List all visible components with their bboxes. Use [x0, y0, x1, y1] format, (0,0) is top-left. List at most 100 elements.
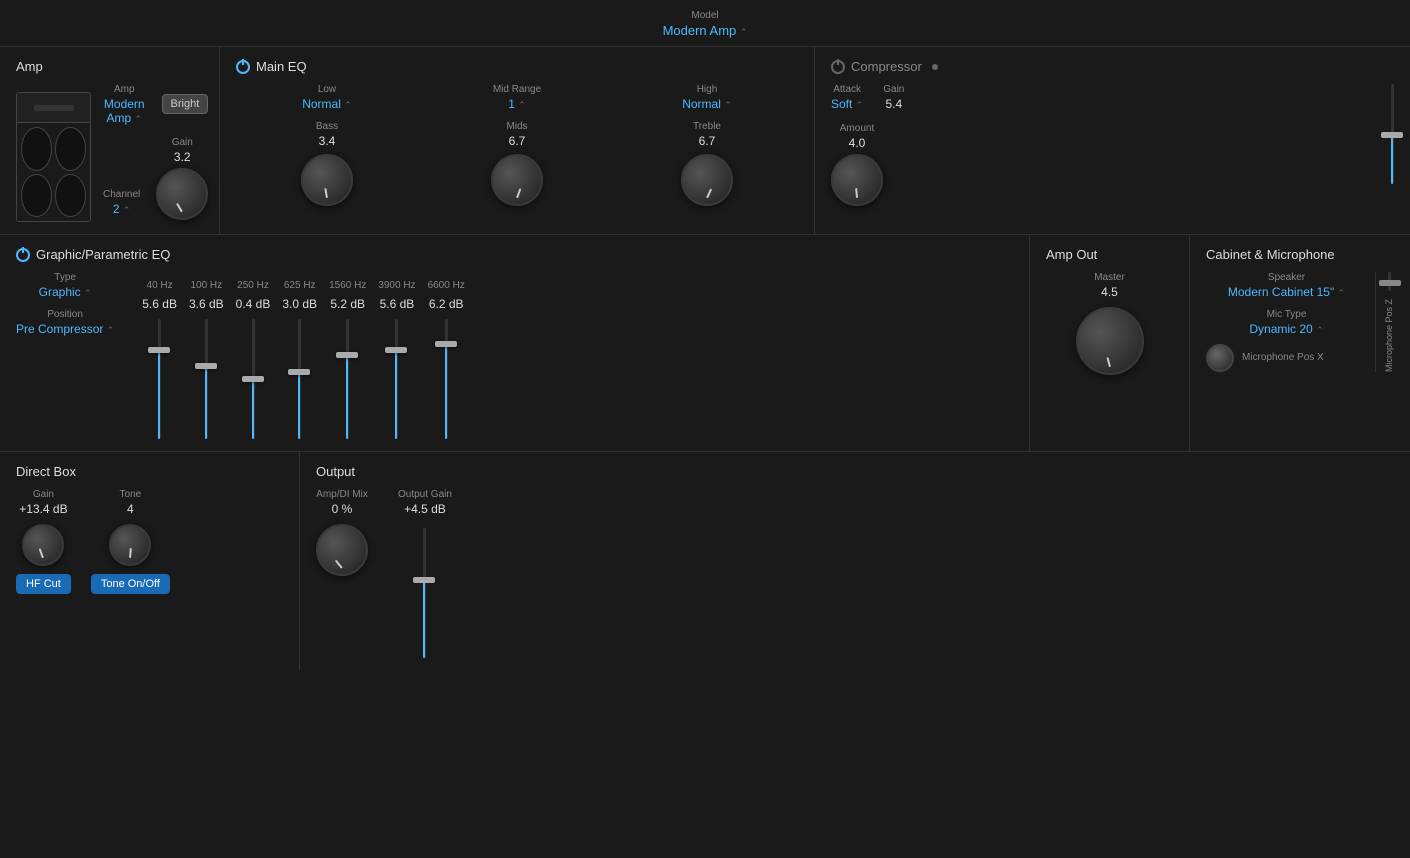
compressor-power-icon[interactable]: [831, 60, 845, 74]
amount-param: Amount 4.0: [831, 123, 883, 206]
eq-band-value-4: 5.2 dB: [330, 297, 365, 311]
eq-band-2: 250 Hz 0.4 dB: [236, 280, 271, 439]
eq-band-fill-2: [252, 381, 254, 439]
main-eq-power-icon[interactable]: [236, 60, 250, 74]
graphic-eq-panel: Graphic/Parametric EQ Type Graphic ⌃ Pos…: [0, 235, 1030, 451]
mic-pos-x-knob[interactable]: [1206, 344, 1234, 372]
knob-indicator: [324, 188, 328, 198]
mic-type-value[interactable]: Dynamic 20 ⌃: [1206, 322, 1367, 336]
treble-knob[interactable]: [681, 154, 733, 206]
output-gain-thumb[interactable]: [413, 577, 435, 583]
main-eq-panel: Main EQ Low Normal ⌃ Bass 3.4 Mid Range …: [220, 47, 815, 234]
output-gain-slider[interactable]: [423, 528, 426, 658]
db-gain-value: +13.4 dB: [19, 502, 67, 516]
amp-gain-param: Gain 3.2: [156, 137, 208, 220]
eq-type-value[interactable]: Graphic ⌃: [16, 285, 114, 299]
eq-band-fill-1: [205, 367, 207, 439]
eq-band-value-0: 5.6 dB: [142, 297, 177, 311]
main-eq-high-value[interactable]: Normal ⌃: [682, 97, 732, 111]
eq-band-slider-2[interactable]: [252, 319, 255, 439]
speaker-value[interactable]: Modern Cabinet 15" ⌃: [1206, 285, 1367, 299]
main-eq-high-wrap: High Normal ⌃ Treble 6.7: [616, 84, 798, 206]
eq-position-value[interactable]: Pre Compressor ⌃: [16, 322, 114, 336]
main-eq-low-value[interactable]: Normal ⌃: [302, 97, 352, 111]
comp-gain-slider[interactable]: [1391, 84, 1394, 184]
eq-band-value-6: 6.2 dB: [429, 297, 464, 311]
db-gain-knob[interactable]: [22, 524, 64, 566]
eq-band-slider-4[interactable]: [346, 319, 349, 439]
main-eq-mid-value[interactable]: 1 ⌃: [508, 97, 526, 111]
amp-out-master-wrap: Master 4.5: [1046, 272, 1173, 375]
comp-gain-thumb[interactable]: [1381, 132, 1403, 138]
output-gain-wrap: Output Gain +4.5 dB: [398, 489, 452, 658]
eq-band-slider-5[interactable]: [395, 319, 398, 439]
db-tone-knob[interactable]: [109, 524, 151, 566]
hf-cut-button[interactable]: HF Cut: [16, 574, 71, 594]
eq-band-freq-2: 250 Hz: [237, 280, 269, 291]
eq-band-slider-1[interactable]: [205, 319, 208, 439]
direct-box-controls: Gain +13.4 dB HF Cut Tone 4 Tone On/Off: [16, 489, 283, 594]
amp-image: [16, 92, 91, 222]
main-eq-title: Main EQ: [236, 59, 798, 74]
master-value: 4.5: [1101, 285, 1118, 299]
eq-band-slider-3[interactable]: [298, 319, 301, 439]
eq-band-thumb-4[interactable]: [336, 352, 358, 358]
row3: Direct Box Gain +13.4 dB HF Cut Tone 4 T…: [0, 452, 1410, 670]
attack-chevron-icon: ⌃: [856, 100, 864, 110]
amp-gain-knob[interactable]: [156, 168, 208, 220]
eq-band-slider-0[interactable]: [158, 319, 161, 439]
channel-value[interactable]: 2 ⌃: [103, 202, 140, 216]
knob-indicator: [39, 548, 44, 558]
eq-band-thumb-3[interactable]: [288, 369, 310, 375]
tone-on-off-button[interactable]: Tone On/Off: [91, 574, 170, 594]
bass-knob[interactable]: [301, 154, 353, 206]
comp-gain-fill: [1391, 134, 1393, 184]
amp-controls: Amp Modern Amp ⌃ Bright Channel 2 ⌃: [103, 84, 208, 220]
graphic-eq-power-icon[interactable]: [16, 248, 30, 262]
eq-band-1: 100 Hz3.6 dB: [189, 280, 224, 439]
graphic-eq-title: Graphic/Parametric EQ: [16, 247, 1013, 262]
eq-band-thumb-5[interactable]: [385, 347, 407, 353]
bright-button[interactable]: Bright: [162, 94, 209, 114]
compressor-panel: Compressor Attack Soft ⌃ Gain 5.4: [815, 47, 1410, 234]
db-gain-wrap: Gain +13.4 dB HF Cut: [16, 489, 71, 594]
attack-param: Attack Soft ⌃: [831, 84, 863, 115]
knob-indicator: [516, 188, 521, 198]
compressor-title: Compressor: [831, 59, 1394, 74]
amp-gain-value: 3.2: [156, 150, 208, 164]
channel-param: Channel 2 ⌃: [103, 189, 140, 220]
eq-band-value-5: 5.6 dB: [380, 297, 415, 311]
mic-pos-z-slider[interactable]: [1388, 272, 1391, 291]
attack-value[interactable]: Soft ⌃: [831, 97, 863, 111]
mic-pos-x-row: Microphone Pos X: [1206, 344, 1367, 372]
mic-pos-z-thumb[interactable]: [1379, 280, 1401, 286]
mic-pos-z-area: Microphone Pos Z: [1375, 272, 1394, 372]
model-selector[interactable]: Modern Amp ⌃: [0, 23, 1410, 38]
eq-band-thumb-2[interactable]: [242, 376, 264, 382]
eq-band-slider-6[interactable]: [445, 319, 448, 439]
bass-value: 3.4: [319, 134, 336, 148]
eq-band-thumb-6[interactable]: [435, 341, 457, 347]
eq-band-freq-6: 6600 Hz: [428, 280, 465, 291]
amp-di-mix-knob[interactable]: [316, 524, 368, 576]
master-knob[interactable]: [1076, 307, 1144, 375]
row2: Graphic/Parametric EQ Type Graphic ⌃ Pos…: [0, 235, 1410, 452]
row1: Amp: [0, 47, 1410, 235]
eq-band-thumb-1[interactable]: [195, 363, 217, 369]
mids-knob[interactable]: [491, 154, 543, 206]
speaker-chevron-icon: ⌃: [1338, 288, 1346, 298]
model-label: Model: [0, 10, 1410, 21]
eq-band-freq-5: 3900 Hz: [378, 280, 415, 291]
model-chevron-icon: ⌃: [740, 27, 748, 37]
amp-type-value[interactable]: Modern Amp ⌃: [103, 97, 146, 125]
eq-band-value-2: 0.4 dB: [236, 297, 271, 311]
eq-band-3: 625 Hz3.0 dB: [282, 280, 317, 439]
amp-di-mix-value: 0 %: [332, 502, 353, 516]
treble-value: 6.7: [699, 134, 716, 148]
top-bar: Model Modern Amp ⌃: [0, 0, 1410, 47]
amp-panel: Amp: [0, 47, 220, 234]
eq-band-thumb-0[interactable]: [148, 347, 170, 353]
eq-band-5: 3900 Hz 5.6 dB: [378, 280, 415, 439]
cab-mic-panel: Cabinet & Microphone Speaker Modern Cabi…: [1190, 235, 1410, 451]
amount-knob[interactable]: [831, 154, 883, 206]
